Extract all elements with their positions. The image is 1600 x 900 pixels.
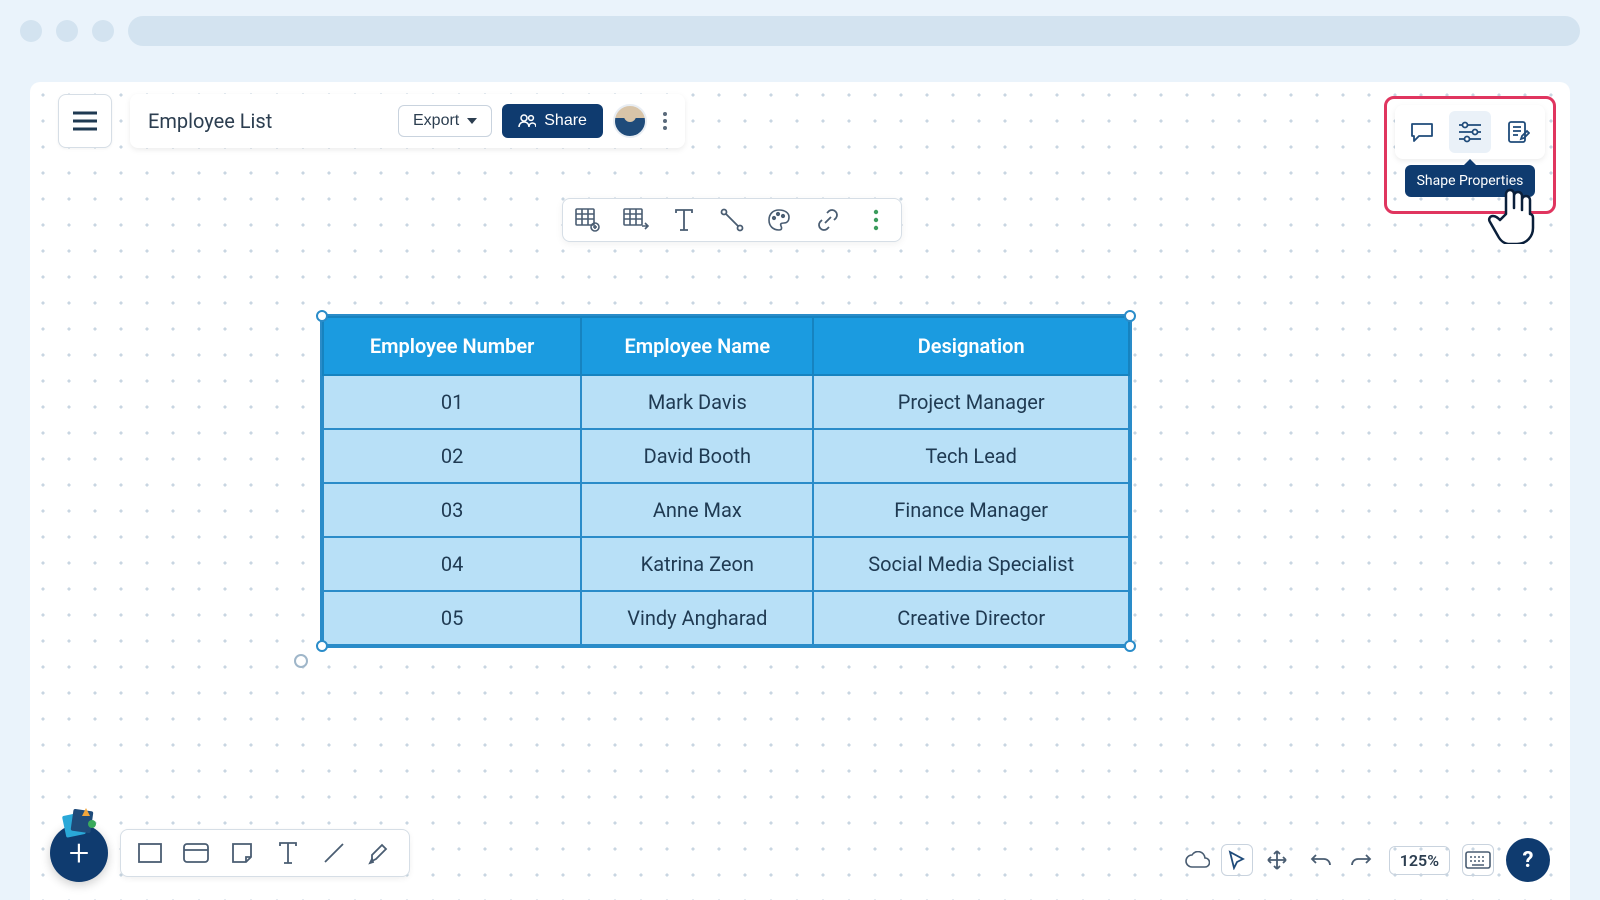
text-tool-button[interactable] <box>669 205 699 235</box>
share-button[interactable]: Share <box>502 104 603 138</box>
link-icon <box>816 208 840 232</box>
bottom-toolbar: + <box>50 824 410 882</box>
user-avatar[interactable] <box>613 104 647 138</box>
chat-icon <box>1409 120 1435 144</box>
cloud-sync-button[interactable] <box>1181 844 1213 876</box>
color-tool-button[interactable] <box>765 205 795 235</box>
resize-handle[interactable] <box>316 640 328 652</box>
address-bar[interactable] <box>128 16 1580 46</box>
resize-handle[interactable] <box>1124 640 1136 652</box>
properties-tab[interactable] <box>1449 111 1491 153</box>
col-header[interactable]: Employee Name <box>581 317 813 375</box>
line-icon <box>720 208 744 232</box>
sliders-icon <box>1457 121 1483 143</box>
undo-button[interactable] <box>1305 844 1337 876</box>
add-row-button[interactable] <box>573 205 603 235</box>
table-add-row-icon <box>575 208 601 232</box>
pan-tool-button[interactable] <box>1261 844 1293 876</box>
document-title[interactable]: Employee List <box>148 109 388 133</box>
panel-highlight: Shape Properties <box>1384 96 1556 214</box>
window-dot <box>56 20 78 42</box>
help-button[interactable]: ? <box>1506 838 1550 882</box>
sticky-note-tool[interactable] <box>227 838 257 868</box>
cloud-icon <box>1184 851 1210 869</box>
highlighter-tool[interactable] <box>365 838 395 868</box>
card-icon <box>183 843 209 863</box>
zoom-level[interactable]: 125% <box>1389 846 1450 875</box>
line-icon <box>322 841 346 865</box>
document-header: Employee List Export Share <box>130 94 685 148</box>
text-icon <box>674 209 694 231</box>
select-tool-button[interactable] <box>1221 844 1253 876</box>
redo-button[interactable] <box>1345 844 1377 876</box>
resize-handle[interactable] <box>1124 310 1136 322</box>
more-tools-button[interactable] <box>861 205 891 235</box>
export-button[interactable]: Export <box>398 105 492 137</box>
rectangle-tool[interactable] <box>135 838 165 868</box>
line-shape-tool[interactable] <box>319 838 349 868</box>
resize-handle[interactable] <box>316 310 328 322</box>
rectangle-icon <box>138 843 162 863</box>
text-shape-tool[interactable] <box>273 838 303 868</box>
employee-table: Employee Number Employee Name Designatio… <box>322 316 1130 646</box>
table-row: 04Katrina ZeonSocial Media Specialist <box>323 537 1129 591</box>
browser-chrome <box>0 0 1600 62</box>
add-column-button[interactable] <box>621 205 651 235</box>
keyboard-icon <box>1465 851 1491 869</box>
sticky-note-icon <box>231 842 253 864</box>
keyboard-button[interactable] <box>1462 844 1494 876</box>
link-tool-button[interactable] <box>813 205 843 235</box>
table-row: 03Anne MaxFinance Manager <box>323 483 1129 537</box>
window-dot <box>92 20 114 42</box>
shapes-badge-icon <box>58 806 98 840</box>
notes-tab[interactable] <box>1497 111 1539 153</box>
text-icon <box>279 842 297 864</box>
table-row: 02David BoothTech Lead <box>323 429 1129 483</box>
shape-toolbar <box>120 829 410 877</box>
table-row: 01Mark DavisProject Manager <box>323 375 1129 429</box>
comments-tab[interactable] <box>1401 111 1443 153</box>
canvas[interactable]: Employee List Export Share <box>30 82 1570 900</box>
more-menu-button[interactable] <box>657 112 673 130</box>
status-bar: 125% ? <box>1181 838 1550 882</box>
help-icon: ? <box>1523 848 1534 873</box>
col-header[interactable]: Employee Number <box>323 317 581 375</box>
employee-table-shape[interactable]: Employee Number Employee Name Designatio… <box>320 314 1132 648</box>
window-dot <box>20 20 42 42</box>
move-icon <box>1266 849 1288 871</box>
connector-handle[interactable] <box>294 654 308 668</box>
caret-down-icon <box>467 118 477 124</box>
people-icon <box>518 114 536 128</box>
col-header[interactable]: Designation <box>813 317 1129 375</box>
add-shape-fab[interactable]: + <box>50 824 108 882</box>
right-panel-tabs <box>1395 105 1545 159</box>
tooltip: Shape Properties <box>1405 165 1536 197</box>
cursor-icon <box>1228 850 1246 870</box>
context-toolbar <box>562 198 902 242</box>
connector-tool-button[interactable] <box>717 205 747 235</box>
hamburger-icon <box>73 111 97 131</box>
card-tool[interactable] <box>181 838 211 868</box>
more-vertical-icon <box>873 209 879 231</box>
tooltip-text: Shape Properties <box>1417 173 1524 189</box>
palette-icon <box>767 208 793 232</box>
table-row: 05Vindy AngharadCreative Director <box>323 591 1129 645</box>
menu-button[interactable] <box>58 94 112 148</box>
undo-icon <box>1310 852 1332 868</box>
highlighter-icon <box>368 841 392 865</box>
note-edit-icon <box>1506 120 1530 144</box>
redo-icon <box>1350 852 1372 868</box>
share-label: Share <box>544 112 587 130</box>
export-label: Export <box>413 112 459 130</box>
table-add-col-icon <box>623 208 649 232</box>
